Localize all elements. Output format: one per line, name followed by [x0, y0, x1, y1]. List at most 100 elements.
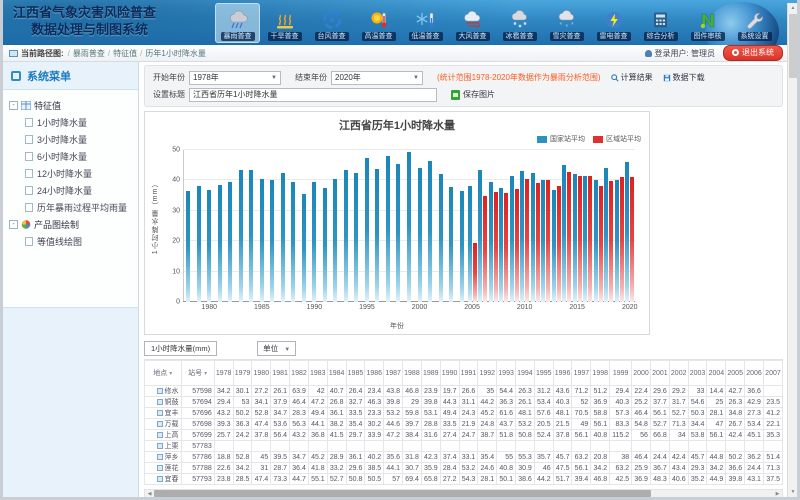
col-header-year-1988[interactable]: 1988	[403, 361, 422, 386]
breadcrumb-item[interactable]: 暴雨普查	[73, 49, 105, 58]
toolbar-item-hail[interactable]: 冰雹普查	[497, 3, 542, 43]
sidebar-item-label: 24小时降水量	[37, 184, 92, 197]
toolbar-item-lightning[interactable]: 雷电普查	[591, 3, 636, 43]
cell-value: 25	[707, 397, 726, 408]
col-header-year-2006[interactable]: 2006	[745, 361, 764, 386]
bar-national-avg	[281, 173, 285, 302]
toolbar-item-map-review[interactable]: 图件审核	[685, 3, 730, 43]
col-header-year-1998[interactable]: 1998	[591, 361, 610, 386]
toolbar-item-drought[interactable]: 干旱普查	[262, 3, 307, 43]
vertical-scrollbar[interactable]: ▲ ▼	[787, 3, 797, 497]
start-year-label: 开始年份	[153, 72, 185, 83]
cell-value: 52.7	[669, 408, 688, 419]
col-header-year-2005[interactable]: 2005	[726, 361, 745, 386]
cell-value: 14.4	[707, 386, 726, 397]
col-header-year-1982[interactable]: 1982	[290, 361, 309, 386]
col-header-year-2003[interactable]: 2003	[688, 361, 707, 386]
x-tick-label: 2005	[464, 304, 480, 311]
col-header-year-2004[interactable]: 2004	[707, 361, 726, 386]
col-header-year-1991[interactable]: 1991	[459, 361, 478, 386]
cell-value: 20.5	[534, 419, 553, 430]
sidebar-item-等值线绘图[interactable]: 等值线绘图	[25, 235, 134, 248]
col-header-place[interactable]: 地点 ▾	[145, 361, 182, 386]
sidebar-item-6小时降水量[interactable]: 6小时降水量	[25, 150, 134, 163]
cell-value: 38	[610, 452, 632, 463]
breadcrumb-item[interactable]: 特征值	[113, 49, 137, 58]
tree-expander-icon[interactable]: -	[9, 220, 18, 229]
toolbar-item-high-temp[interactable]: 高温普查	[356, 3, 401, 43]
toolbar-item-low-temp[interactable]: 低温普查	[403, 3, 448, 43]
col-header-year-1997[interactable]: 1997	[572, 361, 591, 386]
cell-value: 38.6	[515, 474, 534, 485]
sidebar-item-12小时降水量[interactable]: 12小时降水量	[25, 167, 134, 180]
col-header-year-1984[interactable]: 1984	[327, 361, 346, 386]
chart-title-input[interactable]	[189, 88, 437, 102]
sidebar-item-1小时降水量[interactable]: 1小时降水量	[25, 116, 134, 129]
toolbar-item-calculator[interactable]: 综合分析	[638, 3, 683, 43]
col-header-year-2002[interactable]: 2002	[669, 361, 688, 386]
toolbar-item-gale[interactable]: 大风普查	[450, 3, 495, 43]
col-header-year-1981[interactable]: 1981	[271, 361, 290, 386]
col-header-year-1983[interactable]: 1983	[308, 361, 327, 386]
end-year-select[interactable]: 2020年 ▼	[331, 71, 423, 85]
col-header-year-2001[interactable]: 2001	[650, 361, 669, 386]
col-header-year-2000[interactable]: 2000	[632, 361, 651, 386]
col-header-year-1985[interactable]: 1985	[346, 361, 365, 386]
col-header-year-1995[interactable]: 1995	[534, 361, 553, 386]
tree-expander-icon[interactable]: -	[9, 101, 18, 110]
col-header-station[interactable]: 站号 ▾	[181, 361, 214, 386]
cell-value: 47.2	[308, 397, 327, 408]
horizontal-scrollbar[interactable]: ◀ ▶	[144, 489, 783, 497]
tree-group-0[interactable]: -特征值	[9, 99, 134, 112]
rainstorm-icon	[227, 10, 249, 30]
sidebar-item-3小时降水量[interactable]: 3小时降水量	[25, 133, 134, 146]
legend-item-国家站平均[interactable]: 国家站平均	[537, 134, 585, 144]
toolbar-item-typhoon[interactable]: 台风普查	[309, 3, 354, 43]
col-header-year-1996[interactable]: 1996	[553, 361, 572, 386]
vertical-scroll-thumb[interactable]	[789, 14, 797, 78]
legend-item-区域站平均[interactable]: 区域站平均	[593, 134, 641, 144]
cell-value: 24.2	[233, 430, 252, 441]
cell-value: 28.4	[440, 463, 459, 474]
bar-regional-avg	[546, 180, 550, 302]
chart-bar-group-1984	[246, 170, 257, 302]
col-header-year-1990[interactable]: 1990	[440, 361, 459, 386]
scroll-left-icon[interactable]: ◀	[145, 490, 154, 497]
col-header-year-1978[interactable]: 1978	[214, 361, 233, 386]
page-icon	[25, 203, 33, 212]
col-header-year-1980[interactable]: 1980	[252, 361, 271, 386]
col-header-year-1987[interactable]: 1987	[384, 361, 403, 386]
col-header-year-1994[interactable]: 1994	[515, 361, 534, 386]
data-download-button[interactable]: 数据下载	[663, 72, 705, 83]
col-header-year-1986[interactable]: 1986	[365, 361, 384, 386]
col-header-year-1999[interactable]: 1999	[610, 361, 632, 386]
save-image-button[interactable]: 保存图片	[463, 89, 495, 100]
horizontal-scroll-thumb[interactable]	[154, 490, 651, 497]
col-header-year-1979[interactable]: 1979	[233, 361, 252, 386]
scroll-up-icon[interactable]: ▲	[788, 3, 798, 13]
toolbar-item-settings[interactable]: 系统设置	[732, 3, 777, 43]
start-year-select[interactable]: 1978年 ▼	[189, 71, 281, 85]
toolbar-item-snow[interactable]: ***雪灾普查	[544, 3, 589, 43]
unit-dropdown[interactable]: 单位 ▼	[257, 341, 296, 356]
col-header-year-2007[interactable]: 2007	[763, 361, 782, 386]
cell-value	[515, 441, 534, 452]
scroll-down-icon[interactable]: ▼	[788, 487, 798, 497]
cell-value: 26.4	[346, 386, 365, 397]
col-header-year-1992[interactable]: 1992	[478, 361, 497, 386]
cell-value: 34.7	[290, 452, 309, 463]
sidebar-item-历年暴雨过程平均雨量[interactable]: 历年暴雨过程平均雨量	[25, 201, 134, 214]
toolbar-item-rainstorm[interactable]: 暴雨普查	[215, 3, 260, 43]
tree-group-1[interactable]: -产品图绘制	[9, 218, 134, 231]
scroll-right-icon[interactable]: ▶	[773, 490, 782, 497]
bar-national-avg	[573, 174, 577, 302]
logout-button[interactable]: 退出系统	[723, 45, 783, 61]
col-header-year-1989[interactable]: 1989	[421, 361, 440, 386]
calc-result-button[interactable]: 计算结果	[611, 72, 653, 83]
col-header-year-1993[interactable]: 1993	[497, 361, 516, 386]
svg-text:*: *	[559, 22, 562, 29]
cell-value: 70.5	[572, 408, 591, 419]
sidebar-item-24小时降水量[interactable]: 24小时降水量	[25, 184, 134, 197]
cell-value: 52.8	[233, 452, 252, 463]
breadcrumb-item[interactable]: 历年1小时降水量	[145, 49, 205, 58]
